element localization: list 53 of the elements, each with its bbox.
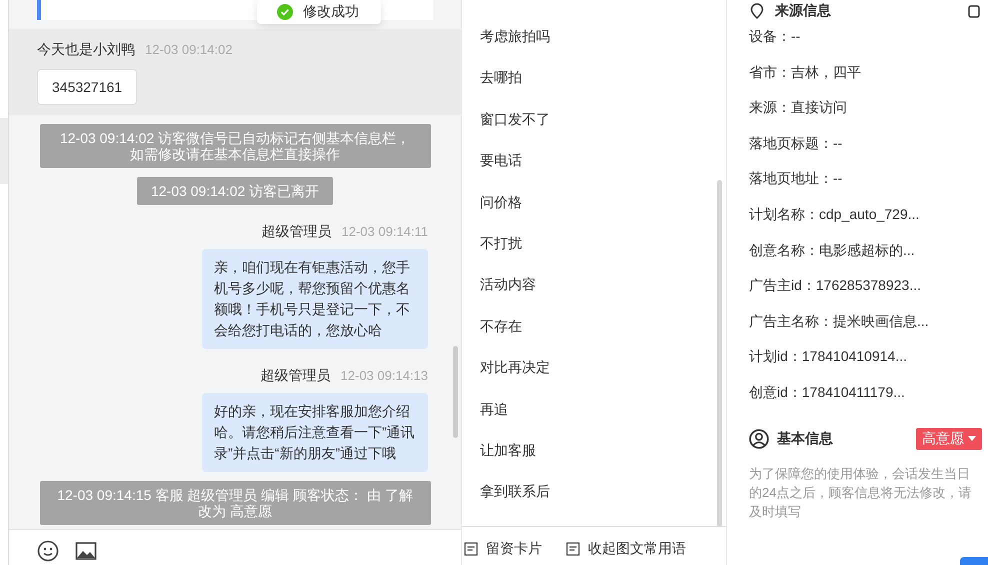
caret-icon [968, 436, 976, 442]
message-bubble: 345327161 [37, 69, 138, 105]
info-field: 计划名称：cdp_auto_729... [749, 204, 982, 240]
info-field: 广告主名称：提米映画信息... [749, 310, 982, 346]
sender-name: 超级管理员 [262, 223, 332, 241]
phrase-item[interactable]: 问价格 [480, 192, 726, 233]
info-field: 来源：直接访问 [749, 97, 982, 133]
phrase-item[interactable]: 去哪拍 [480, 67, 726, 109]
info-field: 计划id：178410410914... [749, 346, 982, 382]
phrase-item[interactable]: 让加客服 [480, 440, 726, 482]
phrase-item[interactable]: 拿到联系后 [480, 481, 726, 523]
message-time: 12-03 09:14:13 [340, 368, 428, 383]
sender-name: 超级管理员 [260, 367, 331, 385]
info-field: 设备：-- [749, 26, 982, 62]
location-pin-icon [749, 3, 765, 19]
phrase-item[interactable]: 再追 [480, 398, 726, 440]
info-field: 落地页地址：-- [749, 168, 982, 204]
phrase-item[interactable]: 要电话 [480, 150, 726, 192]
status-dropdown[interactable]: 高意愿 [916, 428, 982, 450]
message-bubble: 好的亲，现在安排客服加您介绍哈。请您稍后注意查看一下”通讯录”并点击“新的朋友”通过下哦 [202, 393, 428, 472]
image-icon[interactable] [75, 540, 97, 562]
phrase-item[interactable]: 不打扰 [480, 232, 726, 274]
info-field: 省市：吉林，四平 [749, 62, 982, 98]
toast-text: 修改成功 [303, 3, 359, 21]
info-field: 落地页标题：-- [749, 132, 982, 168]
notice-text: 为了保障您的使用体验，会话发生当日的24点之后，顾客信息将无法修改，请及时填写 [749, 464, 972, 521]
section-title: 基本信息 [777, 430, 833, 448]
message-time: 12-03 09:14:02 [145, 42, 232, 57]
toolbar-button[interactable]: 留资卡片 [464, 539, 542, 559]
message-bubble: 亲，咱们现在有钜惠活动，您手机号多少呢，帮您预留个优惠名额哦！手机号只是登记一下，不会给您打电话的，您放心哈 [202, 249, 428, 349]
scrollbar-thumb[interactable] [453, 346, 458, 438]
copy-icon[interactable] [966, 3, 982, 19]
scrollbar-thumb[interactable] [717, 180, 722, 526]
emoji-icon[interactable] [37, 540, 59, 562]
info-field: 广告主id：176285378923... [749, 275, 982, 311]
system-notice: 12-03 09:14:02 访客微信号已自动标记右侧基本信息栏，如需修改请在基本信息栏直接操作 [40, 124, 430, 168]
document-icon [464, 542, 478, 556]
section-title: 来源信息 [775, 2, 831, 20]
phrase-item[interactable]: 考虑旅拍吗 [480, 26, 726, 68]
phrase-item[interactable]: 窗口发不了 [480, 108, 726, 150]
info-field: 创意名称：电影感超标的... [749, 240, 982, 276]
system-notice: 12-03 09:14:15 客服 超级管理员 编辑 顾客状态： 由 了解改为 高意愿 [40, 481, 430, 525]
phrase-item[interactable]: 活动内容 [480, 274, 726, 316]
toolbar-button[interactable]: 收起图文常用语 [566, 539, 686, 559]
message-time: 12-03 09:14:11 [342, 224, 428, 239]
system-notice: 12-03 09:14:02 访客已离开 [136, 177, 334, 205]
phrase-item[interactable]: 不存在 [480, 316, 726, 358]
success-icon [277, 4, 293, 20]
user-icon [749, 428, 769, 449]
info-field: 创意id：178410411179... [749, 382, 982, 418]
phrase-item[interactable]: 对比再决定 [480, 357, 726, 399]
sender-name: 今天也是小刘鸭 [37, 41, 135, 59]
document-icon [566, 542, 580, 556]
